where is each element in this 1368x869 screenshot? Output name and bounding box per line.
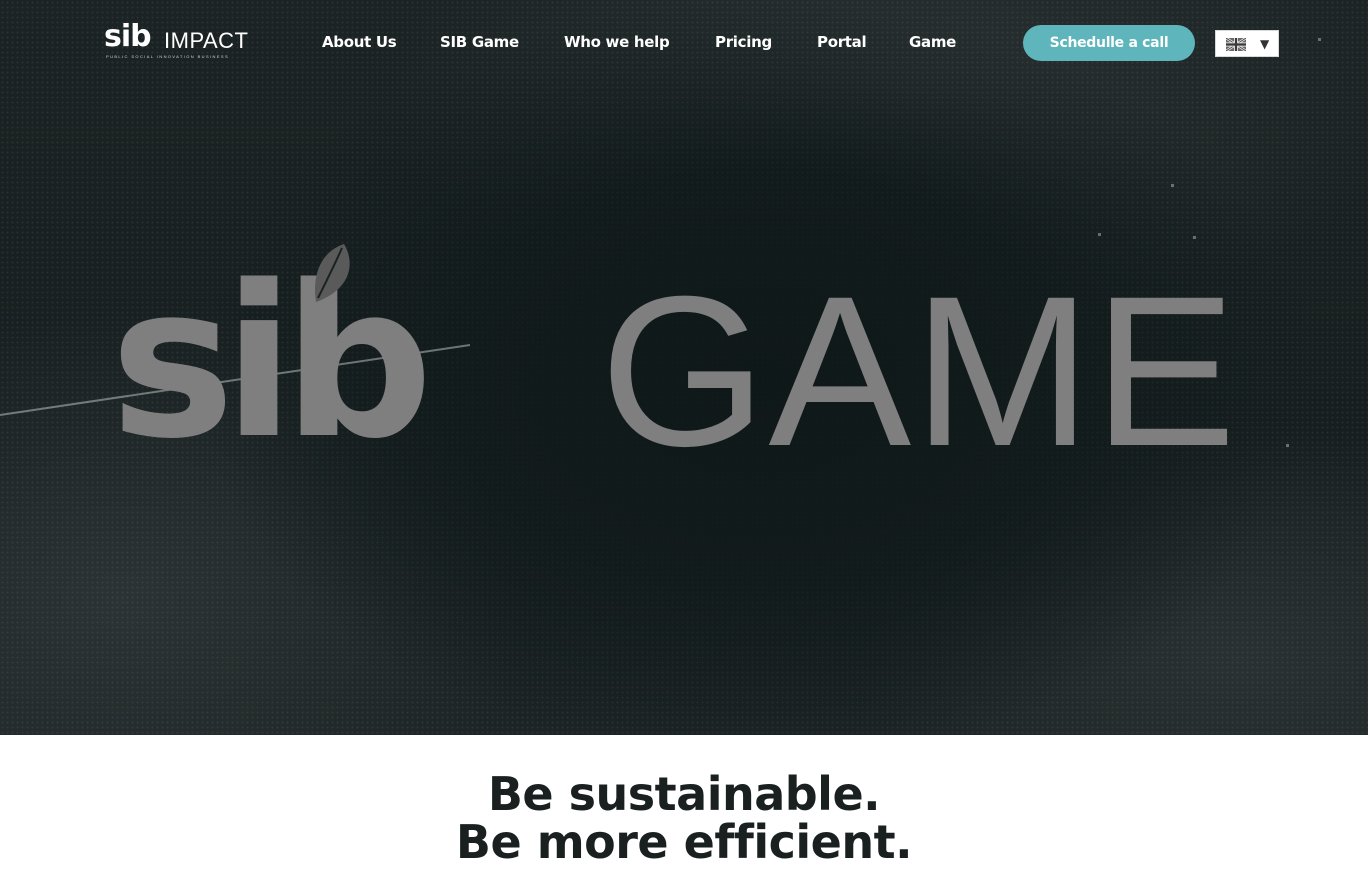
hero-logo-word: GAME <box>600 252 1239 491</box>
leaf-icon <box>315 244 350 302</box>
sib-game-hero-logo: sib GAME <box>110 228 1240 491</box>
chevron-down-icon: ▼ <box>1260 37 1270 51</box>
headline-line-2: Be more efficient. <box>455 815 913 869</box>
nav-pricing[interactable]: Pricing <box>715 33 772 51</box>
language-selector[interactable]: ▼ <box>1215 30 1279 57</box>
site-header: sib IMPACT PUBLIC SOCIAL INNOVATION BUSI… <box>0 0 1368 86</box>
logo-product: IMPACT <box>164 28 249 53</box>
hero-logo-brand: sib <box>110 240 433 485</box>
schedule-call-button[interactable]: Schedulle a call <box>1023 25 1195 61</box>
nav-game[interactable]: Game <box>909 33 956 51</box>
hero-sparkle <box>1286 444 1289 447</box>
intro-headline: Be sustainable. Be more efficient. <box>0 770 1368 866</box>
nav-portal[interactable]: Portal <box>817 33 867 51</box>
nav-who-we-help[interactable]: Who we help <box>564 33 670 51</box>
sib-impact-logo[interactable]: sib IMPACT PUBLIC SOCIAL INNOVATION BUSI… <box>104 20 254 62</box>
hero-banner: sib GAME sib IMPACT PUBLIC SOCIAL INNOVA… <box>0 0 1368 735</box>
headline-line-1: Be sustainable. <box>487 767 881 821</box>
logo-tagline: PUBLIC SOCIAL INNOVATION BUSINESS <box>106 54 230 59</box>
nav-about-us[interactable]: About Us <box>322 33 397 51</box>
uk-flag-icon <box>1226 38 1246 51</box>
hero-sparkle <box>1171 184 1174 187</box>
logo-brand: sib <box>104 19 152 54</box>
nav-sib-game[interactable]: SIB Game <box>440 33 519 51</box>
